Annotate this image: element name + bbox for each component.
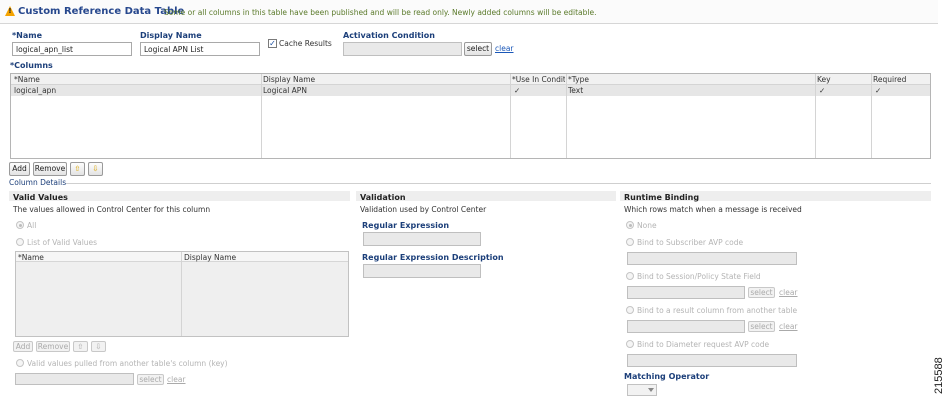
runtime-binding-description: Which rows match when a message is recei… [624, 205, 802, 214]
chevron-down-icon [648, 388, 654, 392]
table-row[interactable] [11, 85, 930, 96]
list-of-valid-values-radio[interactable] [16, 238, 24, 246]
column-divider [261, 74, 262, 158]
name-input[interactable]: logical_apn_list [12, 42, 132, 56]
result-column-input[interactable] [627, 320, 745, 333]
bind-subscriber-avp-label: Bind to Subscriber AVP code [637, 238, 744, 247]
column-details-label: Column Details [9, 178, 67, 187]
result-column-select-button[interactable]: select [748, 321, 775, 332]
regular-expression-description-label: Regular Expression Description [362, 253, 504, 262]
matching-operator-label: Matching Operator [624, 372, 710, 381]
valid-values-title: Valid Values [13, 193, 68, 202]
column-divider [815, 74, 816, 158]
publish-warning-message: Some or all columns in this table have b… [164, 8, 597, 17]
all-radio-label: All [27, 221, 37, 230]
pulled-values-select-button[interactable]: select [137, 374, 164, 385]
session-field-input[interactable] [627, 286, 745, 299]
name-label: *Name [12, 31, 43, 40]
result-column-clear-link[interactable]: clear [779, 322, 798, 331]
activation-condition-input[interactable] [343, 42, 462, 56]
runtime-binding-title: Runtime Binding [624, 193, 700, 202]
page-title: Custom Reference Data Table [18, 6, 185, 17]
svg-text:215588: 215588 [933, 357, 945, 394]
valid-values-header-name[interactable]: *Name [18, 253, 44, 262]
cell-key-check-icon[interactable]: ✓ [819, 86, 825, 95]
diameter-avp-input[interactable] [627, 354, 797, 367]
none-radio[interactable] [626, 221, 634, 229]
bind-session-field-label: Bind to Session/Policy State Field [637, 272, 761, 281]
bind-session-field-radio[interactable] [626, 272, 634, 280]
validation-title: Validation [360, 193, 406, 202]
column-divider [566, 74, 567, 158]
column-header-display-name[interactable]: Display Name [263, 75, 315, 84]
add-valid-value-button[interactable]: Add [13, 341, 33, 352]
column-header-name[interactable]: *Name [14, 75, 40, 84]
regular-expression-input[interactable] [363, 232, 481, 246]
remove-valid-value-button[interactable]: Remove [36, 341, 70, 352]
display-name-label: Display Name [140, 31, 202, 40]
session-field-clear-link[interactable]: clear [779, 288, 798, 297]
cell-type[interactable]: Text [568, 86, 583, 95]
validation-description: Validation used by Control Center [360, 205, 487, 214]
pulled-values-input[interactable] [15, 373, 134, 385]
pulled-values-label: Valid values pulled from another table's… [27, 359, 228, 368]
column-header-required[interactable]: Required [873, 75, 906, 84]
pulled-values-radio[interactable] [16, 359, 24, 367]
move-down-icon[interactable]: ⇩ [91, 341, 106, 352]
bind-result-column-radio[interactable] [626, 306, 634, 314]
bind-diameter-avp-radio[interactable] [626, 340, 634, 348]
cell-display-name[interactable]: Logical APN [263, 86, 307, 95]
column-header-use-in-conditions[interactable]: *Use In Conditi [512, 75, 565, 84]
cell-name[interactable]: logical_apn [14, 86, 56, 95]
pulled-values-clear-link[interactable]: clear [167, 375, 186, 384]
list-of-valid-values-label: List of Valid Values [27, 238, 98, 247]
valid-values-header-display-name[interactable]: Display Name [184, 253, 236, 262]
valid-values-description: The values allowed in Control Center for… [13, 205, 211, 214]
activation-select-button[interactable]: select [464, 42, 492, 56]
columns-table-header [11, 74, 930, 85]
cell-required-check-icon[interactable]: ✓ [875, 86, 881, 95]
valid-values-table [15, 251, 349, 337]
valid-values-table-header [16, 252, 348, 262]
regular-expression-label: Regular Expression [362, 221, 450, 230]
column-divider [181, 252, 182, 336]
cell-use-in-conditions-check-icon[interactable]: ✓ [514, 86, 520, 95]
warning-icon-mark: ! [8, 7, 12, 15]
cache-results-checkbox[interactable]: ✓ [268, 39, 277, 48]
bind-result-column-label: Bind to a result column from another tab… [637, 306, 798, 315]
figure-number: 215588 [927, 346, 947, 396]
cache-results-label: Cache Results [279, 39, 332, 48]
column-header-type[interactable]: *Type [568, 75, 589, 84]
move-down-icon[interactable]: ⇩ [88, 162, 103, 176]
column-divider [510, 74, 511, 158]
move-up-icon[interactable]: ⇧ [70, 162, 85, 176]
column-header-key[interactable]: Key [817, 75, 831, 84]
display-name-input[interactable]: Logical APN List [140, 42, 260, 56]
activation-condition-label: Activation Condition [343, 31, 435, 40]
regular-expression-description-input[interactable] [363, 264, 481, 278]
move-up-icon[interactable]: ⇧ [73, 341, 88, 352]
bind-subscriber-avp-radio[interactable] [626, 238, 634, 246]
divider [66, 183, 931, 184]
activation-clear-link[interactable]: clear [495, 44, 514, 53]
none-radio-label: None [637, 221, 657, 230]
session-field-select-button[interactable]: select [748, 287, 775, 298]
all-radio[interactable] [16, 221, 24, 229]
add-column-button[interactable]: Add [9, 162, 30, 176]
subscriber-avp-input[interactable] [627, 252, 797, 265]
columns-label: *Columns [10, 61, 53, 70]
bind-diameter-avp-label: Bind to Diameter request AVP code [637, 340, 770, 349]
remove-column-button[interactable]: Remove [33, 162, 67, 176]
column-divider [871, 74, 872, 158]
